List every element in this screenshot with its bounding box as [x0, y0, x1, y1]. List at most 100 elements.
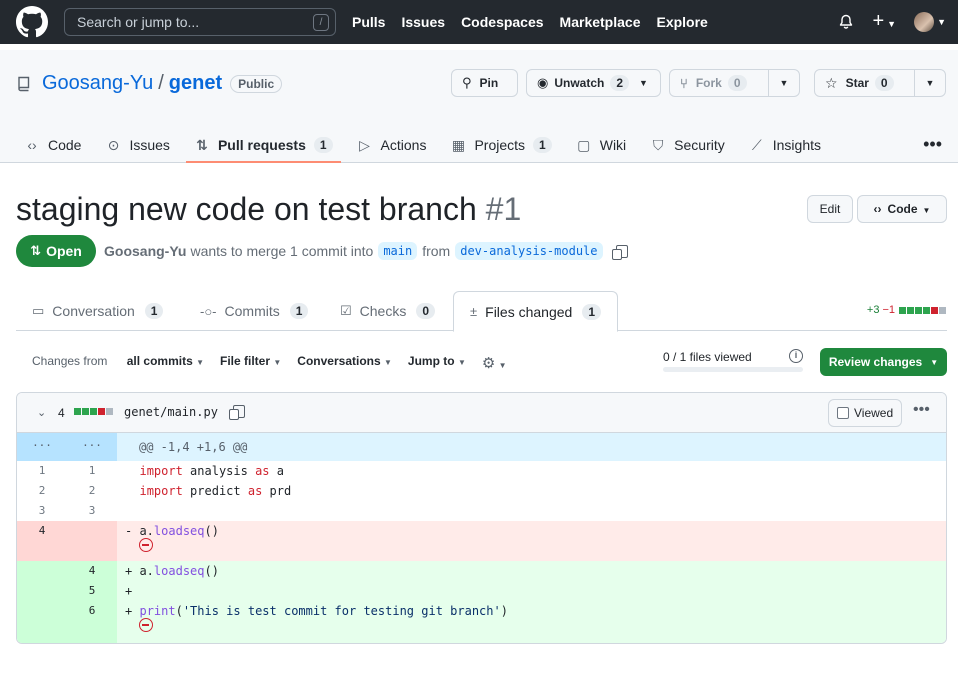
pr-title-text: staging new code on test branch	[16, 191, 477, 227]
nav-explore[interactable]: Explore	[656, 14, 707, 30]
keyword: as	[247, 484, 263, 498]
copy-icon[interactable]	[229, 405, 245, 420]
star-dropdown[interactable]: ▼	[914, 69, 946, 97]
old-line-number[interactable]	[17, 581, 67, 601]
edit-button[interactable]: Edit	[807, 195, 853, 223]
diff-line-added: 6 + print('This is test commit for testi…	[17, 601, 946, 643]
nav-codespaces[interactable]: Codespaces	[461, 14, 543, 30]
tab-label: Insights	[772, 137, 821, 153]
nav-issues[interactable]: Issues	[401, 14, 445, 30]
tab-issues[interactable]: ⊙ Issues	[97, 127, 177, 163]
unwatch-button[interactable]: ◉ Unwatch 2 ▼	[526, 69, 661, 97]
viewed-checkbox[interactable]: Viewed	[828, 399, 902, 427]
tab-projects[interactable]: ▦ Projects 1	[442, 127, 559, 163]
fork-dropdown[interactable]: ▼	[768, 69, 800, 97]
tab-label: Actions	[380, 137, 427, 153]
tab-commits[interactable]: -○- Commits 1	[200, 291, 309, 331]
tab-label: Security	[674, 137, 725, 153]
new-line-number[interactable]: 2	[67, 481, 117, 501]
new-line-number[interactable]	[67, 521, 117, 561]
tab-code[interactable]: ‹› Code	[16, 127, 89, 163]
repo-header: Goosang-Yu / genet Public ⚲ Pin ◉ Unwatc…	[0, 50, 958, 163]
old-line-number[interactable]: 2	[17, 481, 67, 501]
bell-icon[interactable]	[838, 14, 854, 30]
commit-icon: -○-	[200, 303, 217, 319]
string-literal: 'This is test commit for testing git bra…	[182, 604, 501, 618]
conversations-dropdown[interactable]: Conversations ▼	[297, 354, 392, 372]
tab-pull-requests[interactable]: ⇅ Pull requests 1	[185, 127, 341, 163]
github-logo-icon[interactable]	[16, 6, 48, 38]
file-diffstat	[74, 408, 114, 415]
tab-conversation[interactable]: ▭ Conversation 1	[32, 291, 164, 331]
search-shortcut-key: /	[313, 14, 329, 31]
settings-dropdown[interactable]: ⚙ ▼	[482, 354, 507, 372]
issue-icon: ⊙	[107, 136, 120, 153]
diff-code: + a.loadseq()	[125, 564, 219, 578]
new-line-number[interactable]: 6	[67, 601, 117, 643]
files-viewed-progress	[663, 367, 803, 372]
star-icon: ☆	[825, 74, 838, 91]
new-line-number[interactable]: 4	[67, 561, 117, 581]
pr-author-link[interactable]: Goosang-Yu	[104, 243, 186, 259]
fork-icon: ⑂	[680, 75, 688, 91]
tab-checks[interactable]: ☑ Checks 0	[340, 291, 436, 331]
pr-meta: Goosang-Yu wants to merge 1 commit into …	[104, 242, 628, 260]
code-button[interactable]: ‹› Code ▼	[857, 195, 947, 223]
pr-from-text: from	[422, 243, 451, 259]
pr-state-label: Open	[46, 243, 82, 259]
tab-count: 1	[313, 137, 333, 153]
base-branch-link[interactable]: main	[378, 242, 418, 260]
more-tabs-kebab-icon[interactable]: •••	[923, 134, 942, 155]
repo-name-link[interactable]: genet	[169, 72, 222, 95]
tab-label: Conversation	[52, 303, 135, 319]
chevron-down-icon[interactable]: ⌄	[37, 406, 46, 419]
table-icon: ▦	[451, 136, 466, 153]
new-line-number[interactable]: 3	[67, 501, 117, 521]
file-menu-kebab-icon[interactable]: •••	[913, 401, 930, 419]
diff-marker: -	[125, 524, 133, 538]
old-line-number[interactable]: 3	[17, 501, 67, 521]
copy-icon[interactable]	[611, 244, 628, 260]
fork-button[interactable]: ⑂ Fork 0	[669, 69, 769, 97]
expand-down-button[interactable]: ...	[67, 433, 117, 461]
old-line-number[interactable]: 4	[17, 521, 67, 561]
nav-pulls[interactable]: Pulls	[352, 14, 385, 30]
expand-up-button[interactable]: ...	[17, 433, 67, 461]
changes-from-dropdown[interactable]: Changes from all commits ▼	[32, 354, 204, 372]
search-input[interactable]: Search or jump to... /	[64, 8, 336, 36]
create-new-menu[interactable]: + ▼	[872, 11, 896, 32]
diff-line-deleted: 4 - a.loadseq()	[17, 521, 946, 561]
info-icon[interactable]: i	[789, 349, 803, 363]
old-line-number[interactable]: 1	[17, 461, 67, 481]
tab-actions[interactable]: ▷ Actions	[349, 127, 435, 163]
jump-to-label: Jump to	[407, 354, 455, 368]
new-line-number[interactable]: 1	[67, 461, 117, 481]
repo-owner-link[interactable]: Goosang-Yu	[42, 72, 153, 95]
tab-label: Checks	[359, 303, 407, 319]
tab-files-changed[interactable]: ± Files changed 1	[453, 291, 618, 332]
user-menu[interactable]: ▼	[914, 12, 946, 32]
tab-insights[interactable]: ⟋ Insights	[741, 127, 829, 163]
jump-to-dropdown[interactable]: Jump to ▼	[408, 354, 466, 372]
file-filter-dropdown[interactable]: File filter ▼	[220, 354, 281, 372]
head-branch-link[interactable]: dev-analysis-module	[455, 242, 603, 260]
chevron-down-icon: ▼	[937, 17, 946, 27]
pr-state-badge: ⇅ Open	[16, 235, 96, 267]
diff-code	[117, 501, 946, 521]
star-button[interactable]: ☆ Star 0	[814, 69, 915, 97]
chevron-down-icon: ▼	[925, 78, 935, 88]
conversations-label: Conversations	[297, 354, 381, 368]
tab-wiki[interactable]: ▢ Wiki	[568, 127, 634, 163]
new-line-number[interactable]: 5	[67, 581, 117, 601]
diffstat-block	[915, 306, 922, 314]
nav-marketplace[interactable]: Marketplace	[560, 14, 641, 30]
old-line-number[interactable]	[17, 561, 67, 581]
diff-marker: +	[125, 564, 133, 578]
old-line-number[interactable]	[17, 601, 67, 643]
tab-security[interactable]: ⛉ Security	[642, 127, 733, 163]
chevron-down-icon: ▼	[779, 78, 789, 88]
pin-button[interactable]: ⚲ Pin	[451, 69, 518, 97]
file-path-link[interactable]: genet/main.py	[124, 405, 218, 419]
review-changes-button[interactable]: Review changes ▼	[820, 348, 947, 376]
gear-icon: ⚙	[481, 355, 496, 372]
